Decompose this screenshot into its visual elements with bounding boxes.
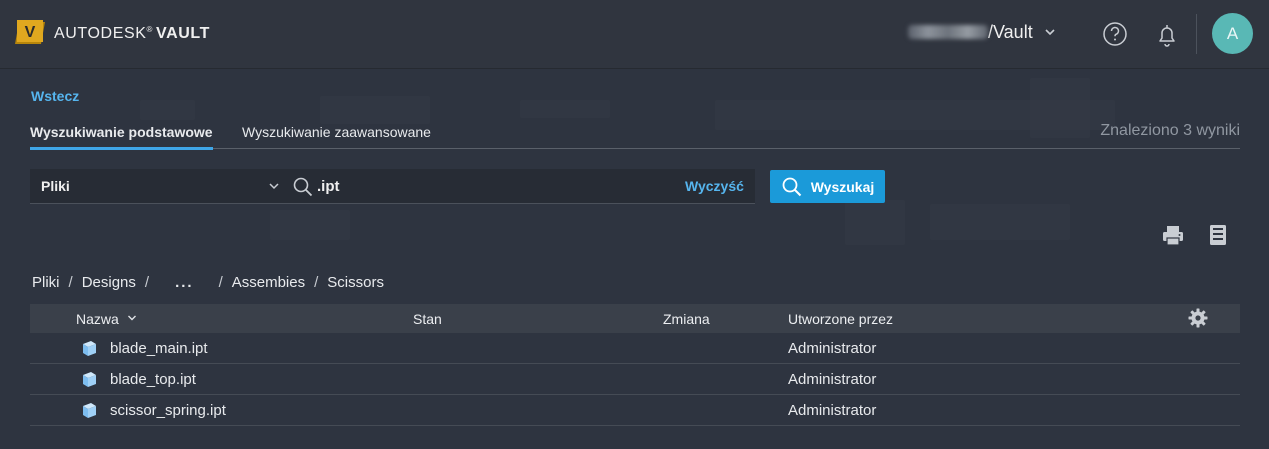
background-shape [520, 100, 610, 118]
tab-basic-search[interactable]: Wyszukiwanie podstawowe [30, 124, 213, 150]
results-count: Znaleziono 3 wyniki [1100, 122, 1240, 139]
column-header-created-by[interactable]: Utworzone przez [788, 311, 893, 327]
product-name: AUTODESK® VAULT [54, 25, 210, 43]
results-table: Nazwa Stan Zmiana Utworzone przez blade_… [30, 304, 1240, 426]
column-header-state[interactable]: Stan [413, 311, 442, 327]
file-created-by: Administrator [788, 371, 877, 388]
breadcrumb-item[interactable]: Scissors [327, 274, 384, 291]
top-bar: V AUTODESK® VAULT /Vault A [0, 0, 1269, 69]
background-shape [140, 100, 195, 120]
search-button-label: Wyszukaj [810, 178, 875, 195]
search-bar: Pliki Wyczyść [30, 169, 755, 204]
part-file-icon [83, 341, 96, 356]
server-name-redacted [908, 25, 988, 39]
column-header-name[interactable]: Nazwa [76, 311, 137, 327]
column-header-label: Nazwa [76, 311, 119, 327]
breadcrumb-separator: / [218, 273, 223, 291]
avatar[interactable]: A [1212, 13, 1253, 54]
breadcrumb-ellipsis[interactable]: ... [175, 274, 194, 291]
brand-registered-mark: ® [146, 25, 154, 34]
breadcrumb-item[interactable]: Designs [82, 274, 136, 291]
search-icon [782, 177, 801, 196]
table-row[interactable]: scissor_spring.ipt Administrator [30, 395, 1240, 426]
svg-text:V: V [25, 24, 36, 41]
chevron-down-icon [269, 183, 279, 190]
search-scope-value: Pliki [41, 178, 70, 194]
background-shape [845, 200, 905, 245]
bell-icon[interactable] [1153, 21, 1181, 49]
search-tabs: Wyszukiwanie podstawowe Wyszukiwanie zaa… [30, 122, 1240, 150]
tab-advanced-search[interactable]: Wyszukiwanie zaawansowane [242, 124, 431, 149]
vault-name: /Vault [988, 21, 1033, 42]
sort-chevron-down-icon [127, 315, 136, 321]
brand-company: AUTODESK [54, 25, 147, 42]
breadcrumb-separator: / [144, 273, 150, 291]
background-shape [270, 210, 350, 240]
breadcrumb-item[interactable]: Pliki [32, 274, 60, 291]
help-icon[interactable] [1101, 20, 1129, 48]
breadcrumb: Pliki / Designs / ... / Assembies / Scis… [32, 272, 384, 292]
file-name: blade_top.ipt [110, 371, 196, 388]
background-shape [930, 204, 1070, 240]
file-name: scissor_spring.ipt [110, 402, 226, 419]
table-header: Nazwa Stan Zmiana Utworzone przez [30, 304, 1240, 333]
back-link[interactable]: Wstecz [31, 88, 79, 104]
gear-icon[interactable] [1188, 308, 1208, 328]
search-input[interactable] [317, 175, 677, 197]
breadcrumb-separator: / [314, 273, 319, 291]
breadcrumb-separator: / [68, 273, 73, 291]
part-file-icon [83, 403, 96, 418]
autodesk-vault-logo-icon: V [15, 19, 45, 47]
file-created-by: Administrator [788, 340, 877, 357]
table-row[interactable]: blade_main.ipt Administrator [30, 333, 1240, 364]
file-created-by: Administrator [788, 402, 877, 419]
search-icon [293, 177, 313, 197]
vault-selector[interactable]: /Vault [908, 19, 1057, 45]
chevron-down-icon [1045, 29, 1055, 36]
clear-search-link[interactable]: Wyczyść [685, 178, 744, 194]
background-shape [320, 96, 430, 124]
printer-icon[interactable] [1160, 222, 1186, 248]
part-file-icon [83, 372, 96, 387]
column-header-change[interactable]: Zmiana [663, 311, 710, 327]
table-row[interactable]: blade_top.ipt Administrator [30, 364, 1240, 395]
file-name: blade_main.ipt [110, 340, 208, 357]
search-scope-dropdown[interactable]: Pliki [30, 169, 285, 203]
brand-product: VAULT [156, 25, 210, 42]
breadcrumb-item[interactable]: Assembies [232, 274, 305, 291]
header-divider [1196, 14, 1197, 54]
export-icon[interactable] [1205, 222, 1231, 248]
search-button[interactable]: Wyszukaj [770, 170, 885, 203]
